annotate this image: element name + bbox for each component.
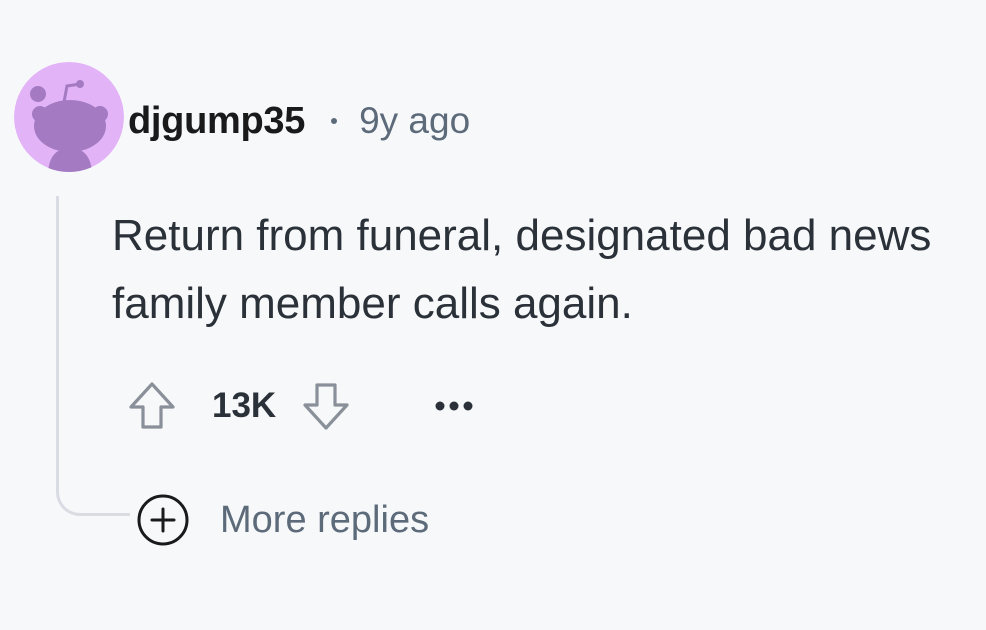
downvote-arrow-icon bbox=[303, 383, 349, 430]
separator-dot bbox=[331, 118, 338, 124]
downvote-button[interactable] bbox=[300, 378, 352, 434]
username[interactable]: djgump35 bbox=[128, 100, 305, 143]
avatar[interactable] bbox=[14, 62, 124, 172]
comment-actions: 13K bbox=[126, 376, 476, 436]
more-options-button[interactable] bbox=[432, 391, 476, 421]
reddit-snoo-avatar-icon bbox=[14, 62, 124, 172]
upvote-button[interactable] bbox=[126, 378, 178, 434]
upvote-arrow-icon bbox=[129, 382, 175, 429]
comment-body: Return from funeral, designated bad news… bbox=[112, 211, 932, 328]
vote-score: 13K bbox=[212, 386, 277, 425]
more-replies-label: More replies bbox=[220, 498, 430, 541]
more-replies-button[interactable]: More replies bbox=[136, 492, 429, 548]
plus-circle-icon bbox=[136, 493, 190, 547]
ellipsis-icon bbox=[435, 401, 473, 411]
comment-header: djgump35 9y ago bbox=[128, 96, 470, 146]
timestamp[interactable]: 9y ago bbox=[359, 100, 470, 142]
